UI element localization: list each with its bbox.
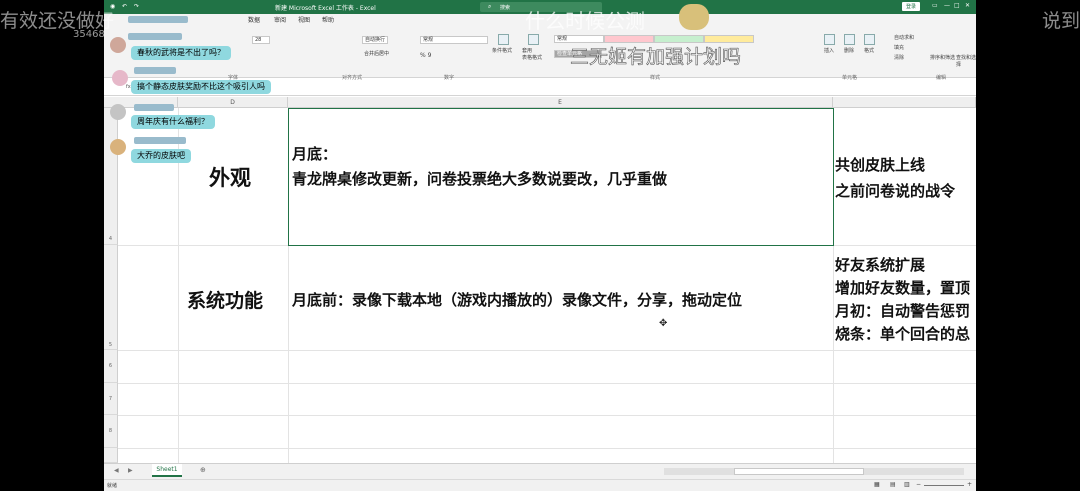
chat-username	[134, 137, 186, 144]
zoom-out-icon[interactable]: −	[916, 481, 921, 488]
autosum-button[interactable]: 自动求和	[894, 34, 914, 41]
delete-button[interactable]: 删除	[844, 47, 854, 54]
next-sheet-icon[interactable]: ▶	[128, 467, 133, 474]
chat-username	[128, 16, 188, 23]
cell-system-next-line2[interactable]: 增加好友数量，置顶	[835, 277, 970, 298]
chat-avatar	[110, 37, 126, 53]
viewer-number: 35468	[73, 29, 105, 40]
column-header-f[interactable]	[833, 97, 976, 108]
chat-username	[134, 67, 176, 74]
cell-system-line1[interactable]: 月底前：录像下载本地（游戏内播放的）录像文件，分享，拖动定位	[292, 289, 742, 310]
danmaku-mid: 三无姬有加强计划吗	[570, 46, 742, 69]
close-icon[interactable]: ✕	[965, 2, 970, 9]
format-button[interactable]: 格式	[864, 47, 874, 54]
merge-center-button[interactable]: 合并后居中	[362, 51, 391, 59]
search-icon: ⌕	[488, 3, 492, 10]
sheet-tab-bar: ◀ ▶ Sheet1 ⊕	[104, 463, 976, 479]
chat-avatar	[110, 139, 126, 155]
prev-sheet-icon[interactable]: ◀	[114, 467, 119, 474]
window-title: 新建 Microsoft Excel 工作表 - Excel	[275, 5, 376, 12]
chat-avatar	[110, 104, 126, 120]
cell-category-system[interactable]: 系统功能	[187, 286, 263, 313]
row-line	[118, 448, 976, 449]
tab-view[interactable]: 视图	[298, 15, 310, 24]
tab-review[interactable]: 审阅	[274, 15, 286, 24]
cell-appearance-next-line1[interactable]: 共创皮肤上线	[835, 154, 925, 175]
row-header-6[interactable]: 6	[104, 350, 118, 383]
maximize-icon[interactable]: □	[954, 2, 960, 9]
find-select-button[interactable]: 查找和选择	[956, 54, 976, 68]
cell-appearance-line1[interactable]: 月底：	[292, 143, 337, 164]
row-header-9[interactable]	[104, 448, 118, 463]
cursor-icon: ✥	[659, 318, 668, 329]
column-header-e[interactable]: E	[288, 97, 833, 108]
horizontal-scrollbar[interactable]	[664, 468, 964, 475]
redo-icon[interactable]: ↷	[134, 3, 139, 10]
row-header-4[interactable]: 4	[104, 108, 118, 245]
login-button[interactable]: 登录	[902, 2, 921, 11]
insert-icon[interactable]	[824, 34, 835, 45]
scrollbar-thumb[interactable]	[734, 468, 864, 475]
row-header-7[interactable]: 7	[104, 383, 118, 415]
cell-system-next-line1[interactable]: 好友系统扩展	[835, 254, 925, 275]
percent-icon[interactable]: % 9	[420, 52, 431, 59]
row-line	[118, 415, 976, 416]
page-layout-icon[interactable]: ▤	[890, 481, 896, 488]
minimize-icon[interactable]: —	[944, 2, 950, 9]
delete-icon[interactable]	[844, 34, 855, 45]
insert-button[interactable]: 插入	[824, 47, 834, 54]
row-header-8[interactable]: 8	[104, 415, 118, 448]
add-sheet-icon[interactable]: ⊕	[200, 466, 206, 474]
font-size-box[interactable]: 28	[252, 36, 270, 44]
chat-message: 周年庆有什么福利？	[131, 115, 215, 129]
chat-avatar	[112, 70, 128, 86]
ribbon-display-icon[interactable]: ▭	[932, 2, 938, 9]
danmaku-top: 什么时候公测	[525, 9, 645, 33]
cell-category-appearance[interactable]: 外观	[209, 162, 251, 192]
zoom-in-icon[interactable]: +	[967, 481, 972, 488]
fill-button[interactable]: 填充	[894, 44, 904, 51]
sort-filter-button[interactable]: 排序和筛选	[930, 54, 955, 61]
chat-message: 搞个静态皮肤奖励不比这个吸引人吗	[131, 80, 271, 94]
column-headers: D E	[104, 97, 976, 108]
conditional-format-icon[interactable]	[498, 34, 509, 45]
cell-appearance-line2[interactable]: 青龙牌桌修改更新，问卷投票绝大多数说要改，几乎重做	[292, 168, 667, 189]
undo-icon[interactable]: ↶	[122, 3, 127, 10]
normal-view-icon[interactable]: ▦	[874, 481, 880, 488]
wrap-text-button[interactable]: 自动换行	[362, 36, 389, 44]
stream-frame: ◉ ↶ ↷ 新建 Microsoft Excel 工作表 - Excel ⌕ 搜…	[0, 0, 1080, 491]
chat-username	[134, 104, 174, 111]
row-header-5[interactable]: 5	[104, 245, 118, 350]
number-format-box[interactable]: 常规	[420, 36, 488, 44]
clear-button[interactable]: 清除	[894, 54, 904, 61]
cell-system-next-line3[interactable]: 月初：自动警告惩罚	[835, 300, 970, 321]
chat-username	[128, 33, 182, 40]
chat-message: 春秋的武将是不出了吗？	[131, 46, 231, 60]
danmaku-right: 说到	[1042, 10, 1080, 32]
sheet-grid[interactable]: 4 5 6 7 8 外观 月底： 青龙牌桌修改更新，问卷投票绝大多数说要改，几乎…	[104, 108, 976, 463]
cell-appearance-next-line2[interactable]: 之前问卷说的战令	[835, 180, 955, 201]
format-icon[interactable]	[864, 34, 875, 45]
chat-message: 大乔的皮肤吧	[131, 149, 191, 163]
search-placeholder: 搜索	[500, 5, 511, 11]
format-as-table-icon[interactable]	[528, 34, 539, 45]
zoom-slider[interactable]	[924, 485, 964, 486]
row-line	[118, 383, 976, 384]
status-text: 就绪	[107, 483, 118, 489]
conditional-format-button[interactable]: 条件格式	[492, 47, 512, 54]
cell-system-next-line4[interactable]: 烧条：单个回合的总	[835, 323, 970, 344]
tab-data[interactable]: 数据	[248, 15, 260, 24]
emoji-sticker-icon	[679, 4, 709, 30]
format-as-table-button[interactable]: 套用 表格格式	[522, 47, 542, 61]
status-bar: 就绪 ▦ ▤ ▥ − +	[104, 479, 976, 491]
excel-window: ◉ ↶ ↷ 新建 Microsoft Excel 工作表 - Excel ⌕ 搜…	[104, 0, 976, 491]
column-header-d[interactable]: D	[178, 97, 288, 108]
sheet-tab-sheet1[interactable]: Sheet1	[152, 464, 182, 477]
tab-help[interactable]: 帮助	[322, 15, 334, 24]
row-line	[118, 350, 976, 351]
page-break-icon[interactable]: ▥	[904, 481, 910, 488]
